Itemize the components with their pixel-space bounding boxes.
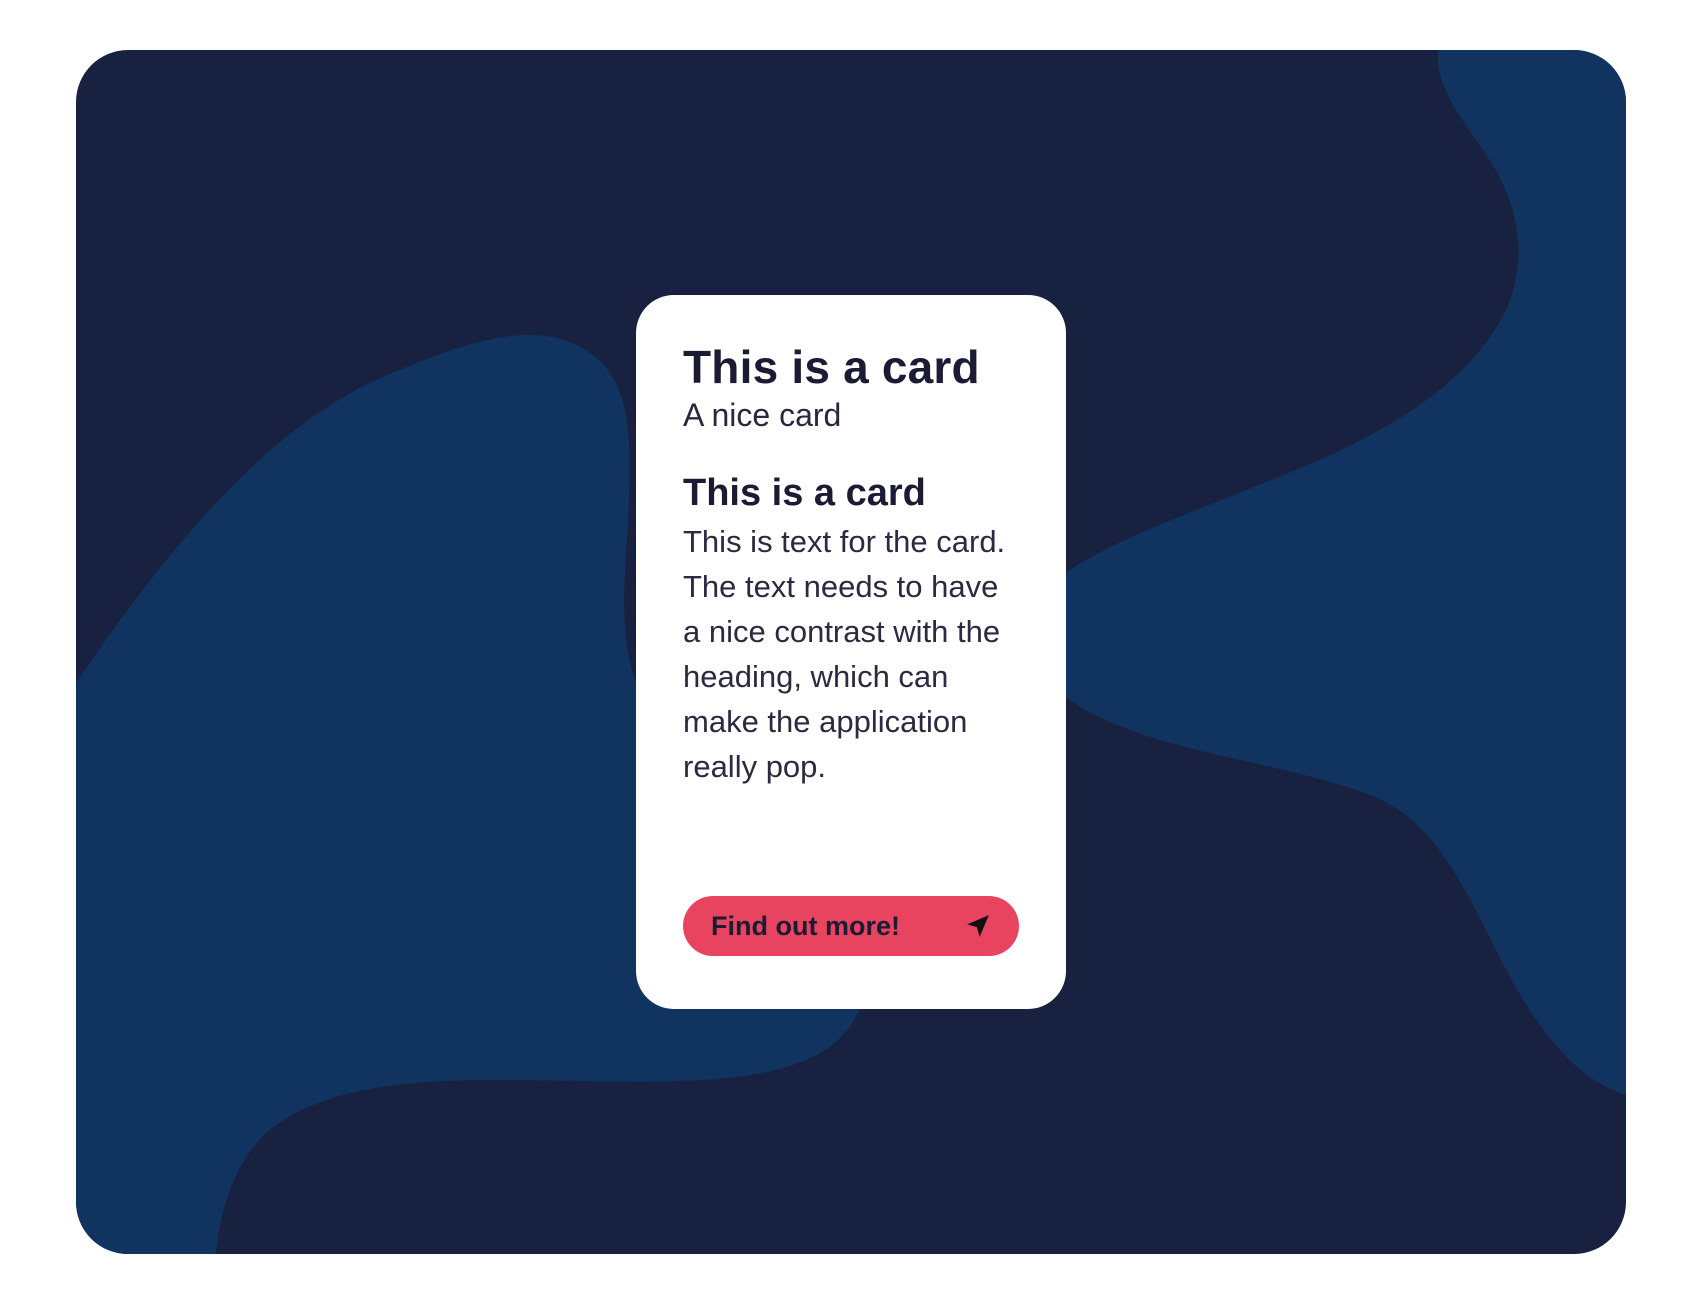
card-body-text: This is text for the card. The text need… — [683, 524, 1006, 784]
navigation-arrow-icon — [965, 913, 991, 939]
find-out-more-label: Find out more! — [711, 910, 900, 941]
card-title: This is a card — [683, 341, 980, 393]
hero-background: This is a card A nice card This is a car… — [76, 50, 1626, 1254]
card-heading: This is a card — [683, 472, 926, 514]
find-out-more-button[interactable]: Find out more! — [683, 896, 1019, 956]
info-card: This is a card A nice card This is a car… — [636, 295, 1066, 1009]
card-subtitle: A nice card — [683, 397, 842, 433]
